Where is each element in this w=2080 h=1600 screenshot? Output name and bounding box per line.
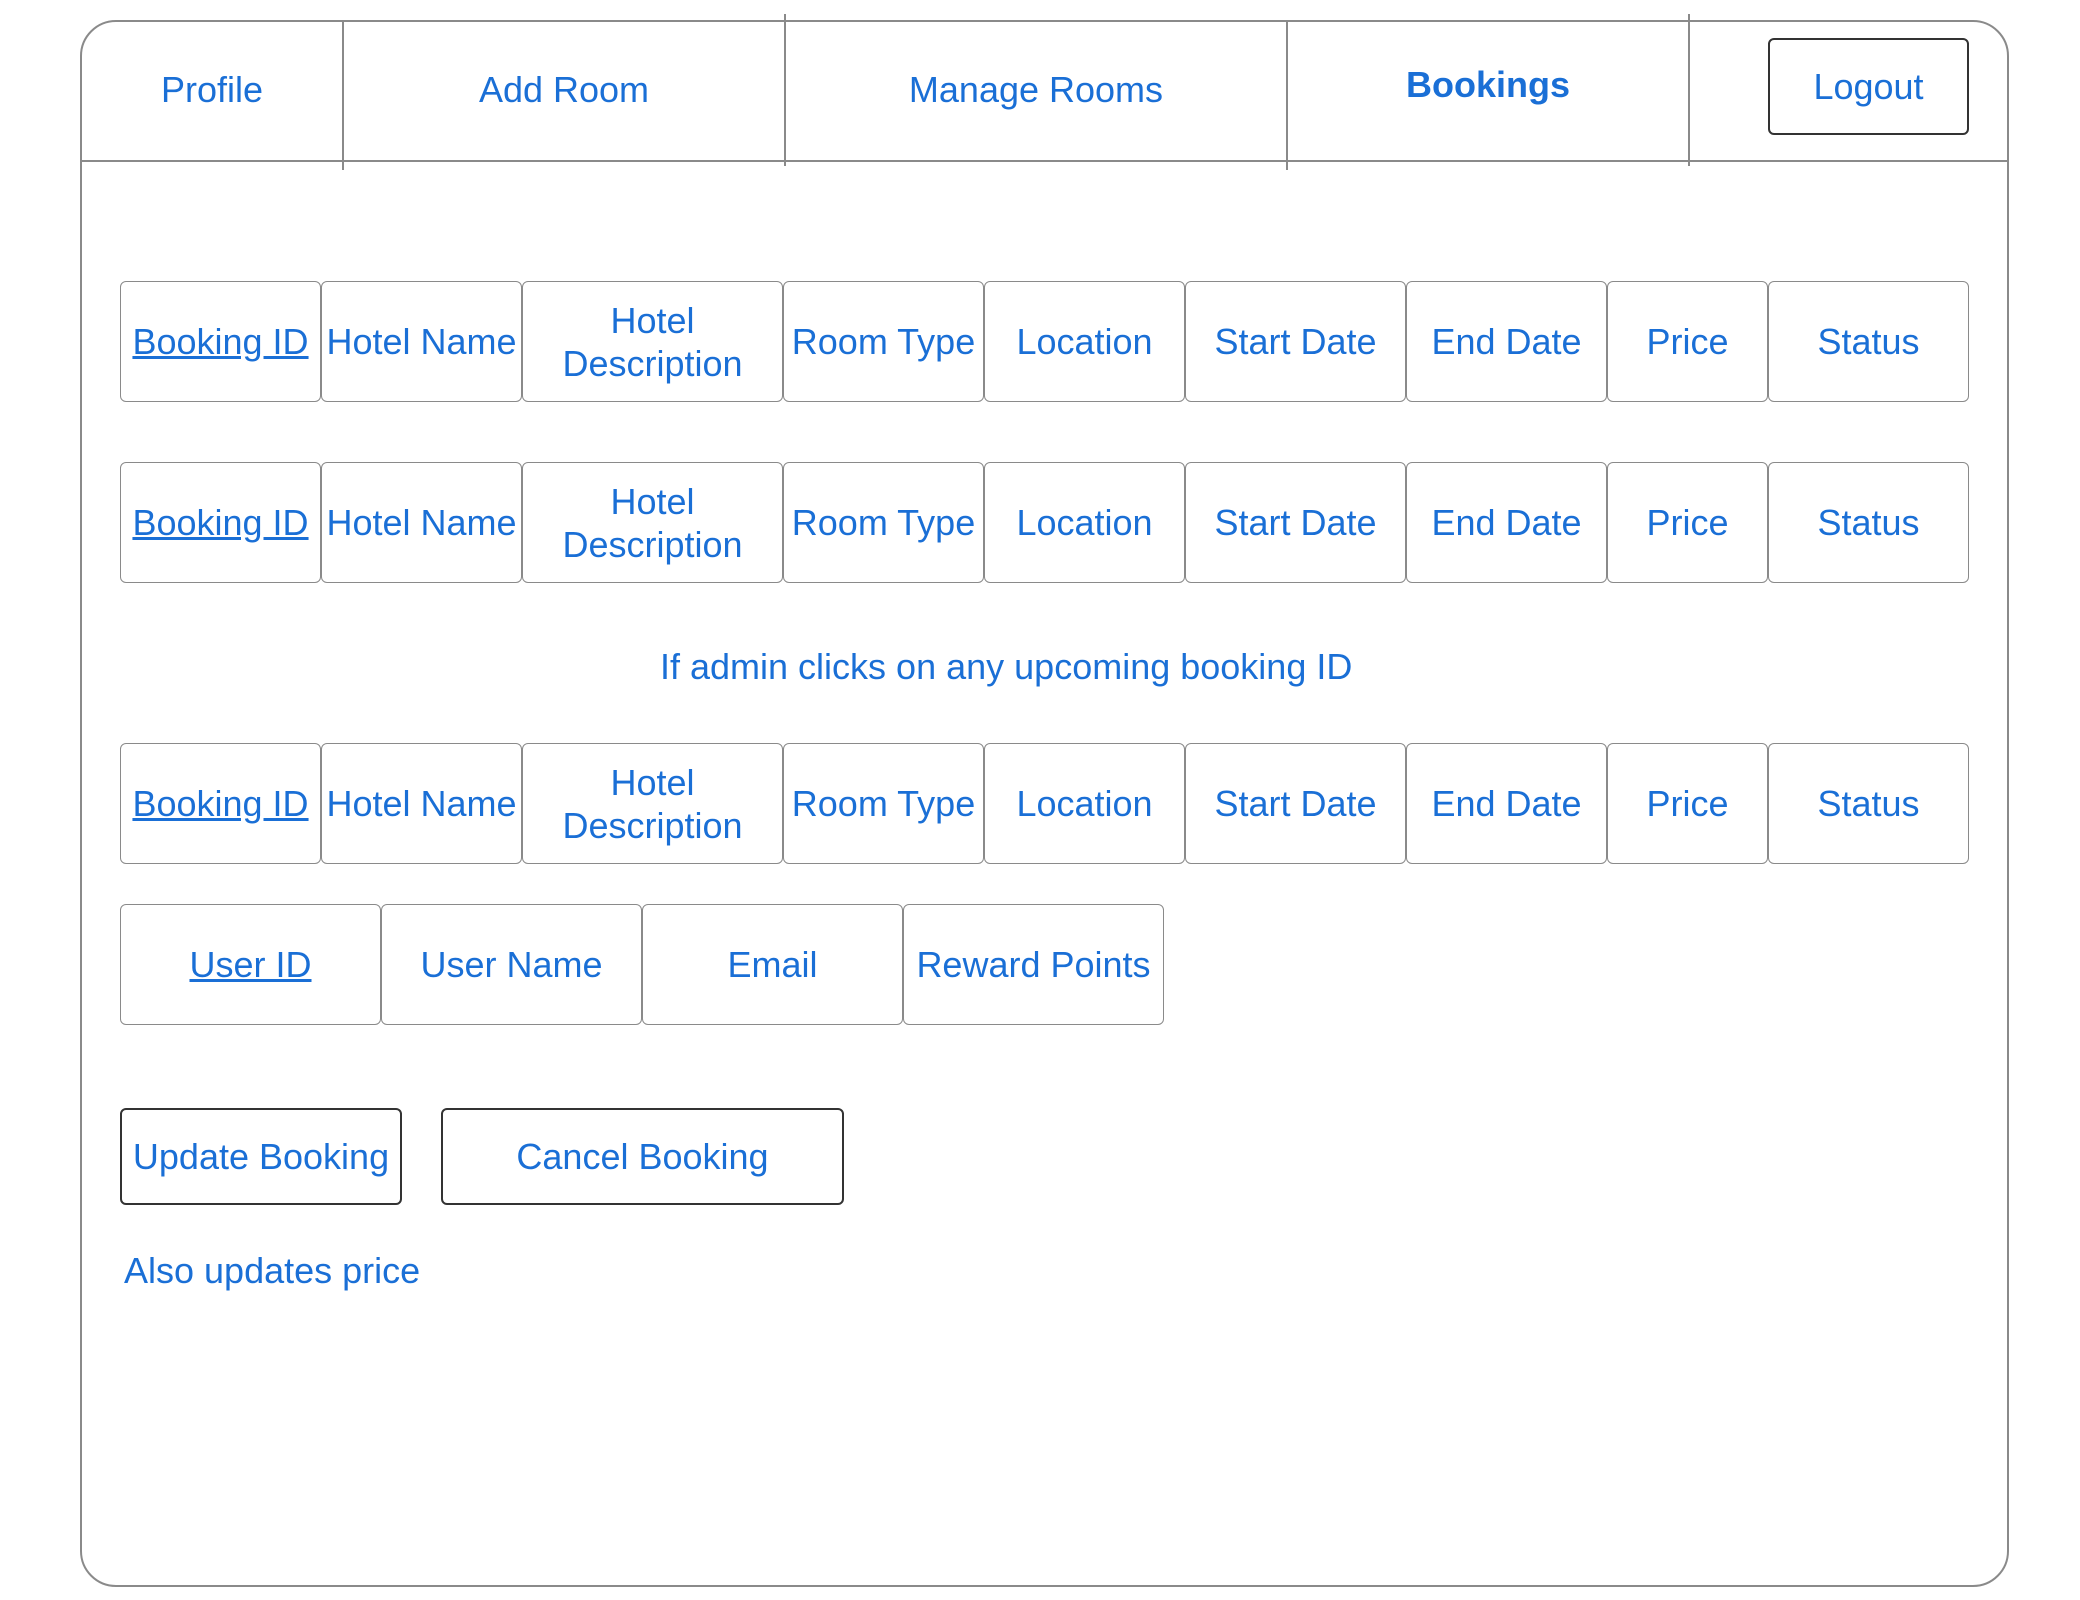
nav-separator: [1688, 14, 1690, 166]
price-cell: Price: [1607, 743, 1768, 864]
hotel-description-cell: Hotel Description: [522, 281, 783, 402]
admin-click-note: If admin clicks on any upcoming booking …: [660, 646, 1353, 687]
booking-row: Booking ID Hotel Name Hotel Description …: [120, 462, 1969, 583]
status-cell: Status: [1768, 281, 1969, 402]
price-cell: Price: [1607, 281, 1768, 402]
location-cell: Location: [984, 281, 1185, 402]
booking-row: Booking ID Hotel Name Hotel Description …: [120, 281, 1969, 402]
end-date-cell: End Date: [1406, 743, 1607, 864]
status-cell: Status: [1768, 462, 1969, 583]
hotel-name-cell: Hotel Name: [321, 743, 522, 864]
room-type-cell: Room Type: [783, 281, 984, 402]
status-cell: Status: [1768, 743, 1969, 864]
booking-id-link[interactable]: Booking ID: [120, 281, 321, 402]
start-date-cell: Start Date: [1185, 462, 1406, 583]
update-price-note: Also updates price: [124, 1250, 421, 1291]
booking-id-link[interactable]: Booking ID: [120, 743, 321, 864]
user-row: User ID User Name Email Reward Points: [120, 904, 1164, 1025]
update-booking-button[interactable]: Update Booking: [120, 1108, 402, 1205]
room-type-cell: Room Type: [783, 462, 984, 583]
booking-id-link[interactable]: Booking ID: [120, 462, 321, 583]
nav-bookings[interactable]: Bookings: [1288, 15, 1688, 155]
start-date-cell: Start Date: [1185, 743, 1406, 864]
selected-booking-row: Booking ID Hotel Name Hotel Description …: [120, 743, 1969, 864]
start-date-cell: Start Date: [1185, 281, 1406, 402]
end-date-cell: End Date: [1406, 462, 1607, 583]
cancel-booking-button[interactable]: Cancel Booking: [441, 1108, 844, 1205]
user-id-link[interactable]: User ID: [120, 904, 381, 1025]
nav-add-room[interactable]: Add Room: [344, 20, 784, 160]
hotel-description-cell: Hotel Description: [522, 743, 783, 864]
hotel-name-cell: Hotel Name: [321, 462, 522, 583]
room-type-cell: Room Type: [783, 743, 984, 864]
user-name-cell: User Name: [381, 904, 642, 1025]
end-date-cell: End Date: [1406, 281, 1607, 402]
email-cell: Email: [642, 904, 903, 1025]
nav-divider: [80, 160, 2009, 162]
hotel-description-cell: Hotel Description: [522, 462, 783, 583]
price-cell: Price: [1607, 462, 1768, 583]
hotel-name-cell: Hotel Name: [321, 281, 522, 402]
logout-button[interactable]: Logout: [1768, 38, 1969, 135]
nav-profile[interactable]: Profile: [82, 20, 342, 160]
nav-manage-rooms[interactable]: Manage Rooms: [786, 20, 1286, 160]
location-cell: Location: [984, 462, 1185, 583]
reward-points-cell: Reward Points: [903, 904, 1164, 1025]
location-cell: Location: [984, 743, 1185, 864]
